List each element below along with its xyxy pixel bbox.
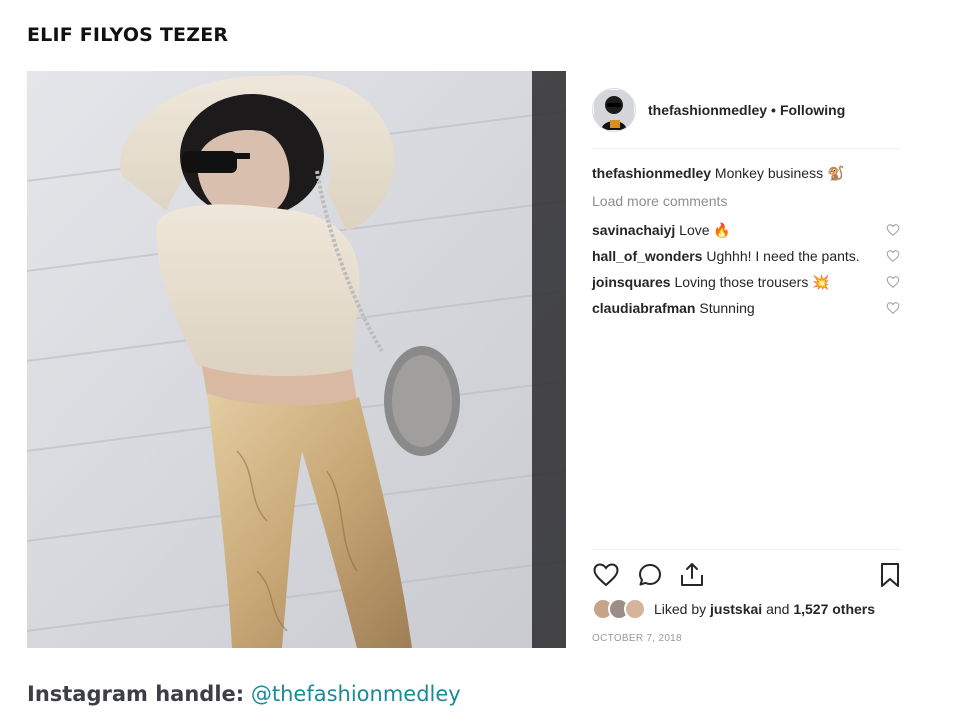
likes-others[interactable]: 1,527 others <box>793 601 875 617</box>
comment-username[interactable]: joinsquares <box>592 272 671 292</box>
comment-emoji: 💥 <box>812 274 830 290</box>
comment-username[interactable]: hall_of_wonders <box>592 246 702 266</box>
heart-icon[interactable] <box>592 561 620 589</box>
footer-label: Instagram handle: <box>27 682 245 706</box>
caption-username[interactable]: thefashionmedley <box>592 165 711 181</box>
comment-text: Love <box>679 222 710 238</box>
comment-row: joinsquares Loving those trousers 💥 <box>592 269 900 295</box>
comment-like-heart-icon[interactable] <box>886 301 900 315</box>
post-header: thefashionmedley • Following <box>592 85 900 135</box>
caption-text: Monkey business <box>714 165 824 181</box>
post-photo-illustration <box>27 71 566 648</box>
comment-row: claudiabrafman Stunning <box>592 295 900 321</box>
likes-text: Liked by justskai and 1,527 others <box>654 601 875 617</box>
comment-username[interactable]: savinachaiyj <box>592 220 675 240</box>
comment-row: hall_of_wonders Ughhh! I need the pants. <box>592 243 900 269</box>
page-title: ELIF FILYOS TEZER <box>27 24 229 46</box>
comment-like-heart-icon[interactable] <box>886 275 900 289</box>
comment-text: Stunning <box>699 300 755 316</box>
post-date[interactable]: OCTOBER 7, 2018 <box>592 633 682 644</box>
post-caption: thefashionmedley Monkey business 🐒 <box>592 163 900 183</box>
load-more-comments-button[interactable]: Load more comments <box>592 191 900 211</box>
post-panel: thefashionmedley • Following thefashionm… <box>592 71 900 648</box>
separator-dot: • <box>771 102 776 118</box>
likes-summary: Liked by justskai and 1,527 others <box>592 597 875 621</box>
divider <box>592 148 900 149</box>
comment-username[interactable]: claudiabrafman <box>592 298 695 318</box>
comment-like-heart-icon[interactable] <box>886 223 900 237</box>
share-icon[interactable] <box>678 561 706 589</box>
avatar[interactable] <box>592 88 636 132</box>
comment-like-heart-icon[interactable] <box>886 249 900 263</box>
avatar-image <box>594 90 634 130</box>
instagram-handle-line: Instagram handle: @thefashionmedley <box>27 682 461 706</box>
post-photo[interactable] <box>27 71 566 648</box>
divider <box>592 549 900 550</box>
likes-prefix: Liked by <box>654 601 707 617</box>
bookmark-icon[interactable] <box>876 561 904 589</box>
comment-text: Loving those trousers <box>674 274 809 290</box>
comment-row: savinachaiyj Love 🔥 <box>592 217 900 243</box>
comment-icon[interactable] <box>636 561 664 589</box>
caption-emoji: 🐒 <box>826 165 845 181</box>
liker-avatar[interactable] <box>624 598 646 620</box>
follow-status[interactable]: Following <box>780 102 845 118</box>
comment-emoji: 🔥 <box>713 222 731 238</box>
likes-conjunction: and <box>766 601 790 617</box>
likes-user[interactable]: justskai <box>710 601 762 617</box>
post-actions <box>592 561 900 589</box>
liker-avatars <box>592 598 648 620</box>
post-username[interactable]: thefashionmedley <box>648 102 767 118</box>
instagram-handle-link[interactable]: @thefashionmedley <box>251 682 461 706</box>
comment-text: Ughhh! I need the pants. <box>706 248 860 264</box>
comments-section: thefashionmedley Monkey business 🐒 Load … <box>592 163 900 321</box>
